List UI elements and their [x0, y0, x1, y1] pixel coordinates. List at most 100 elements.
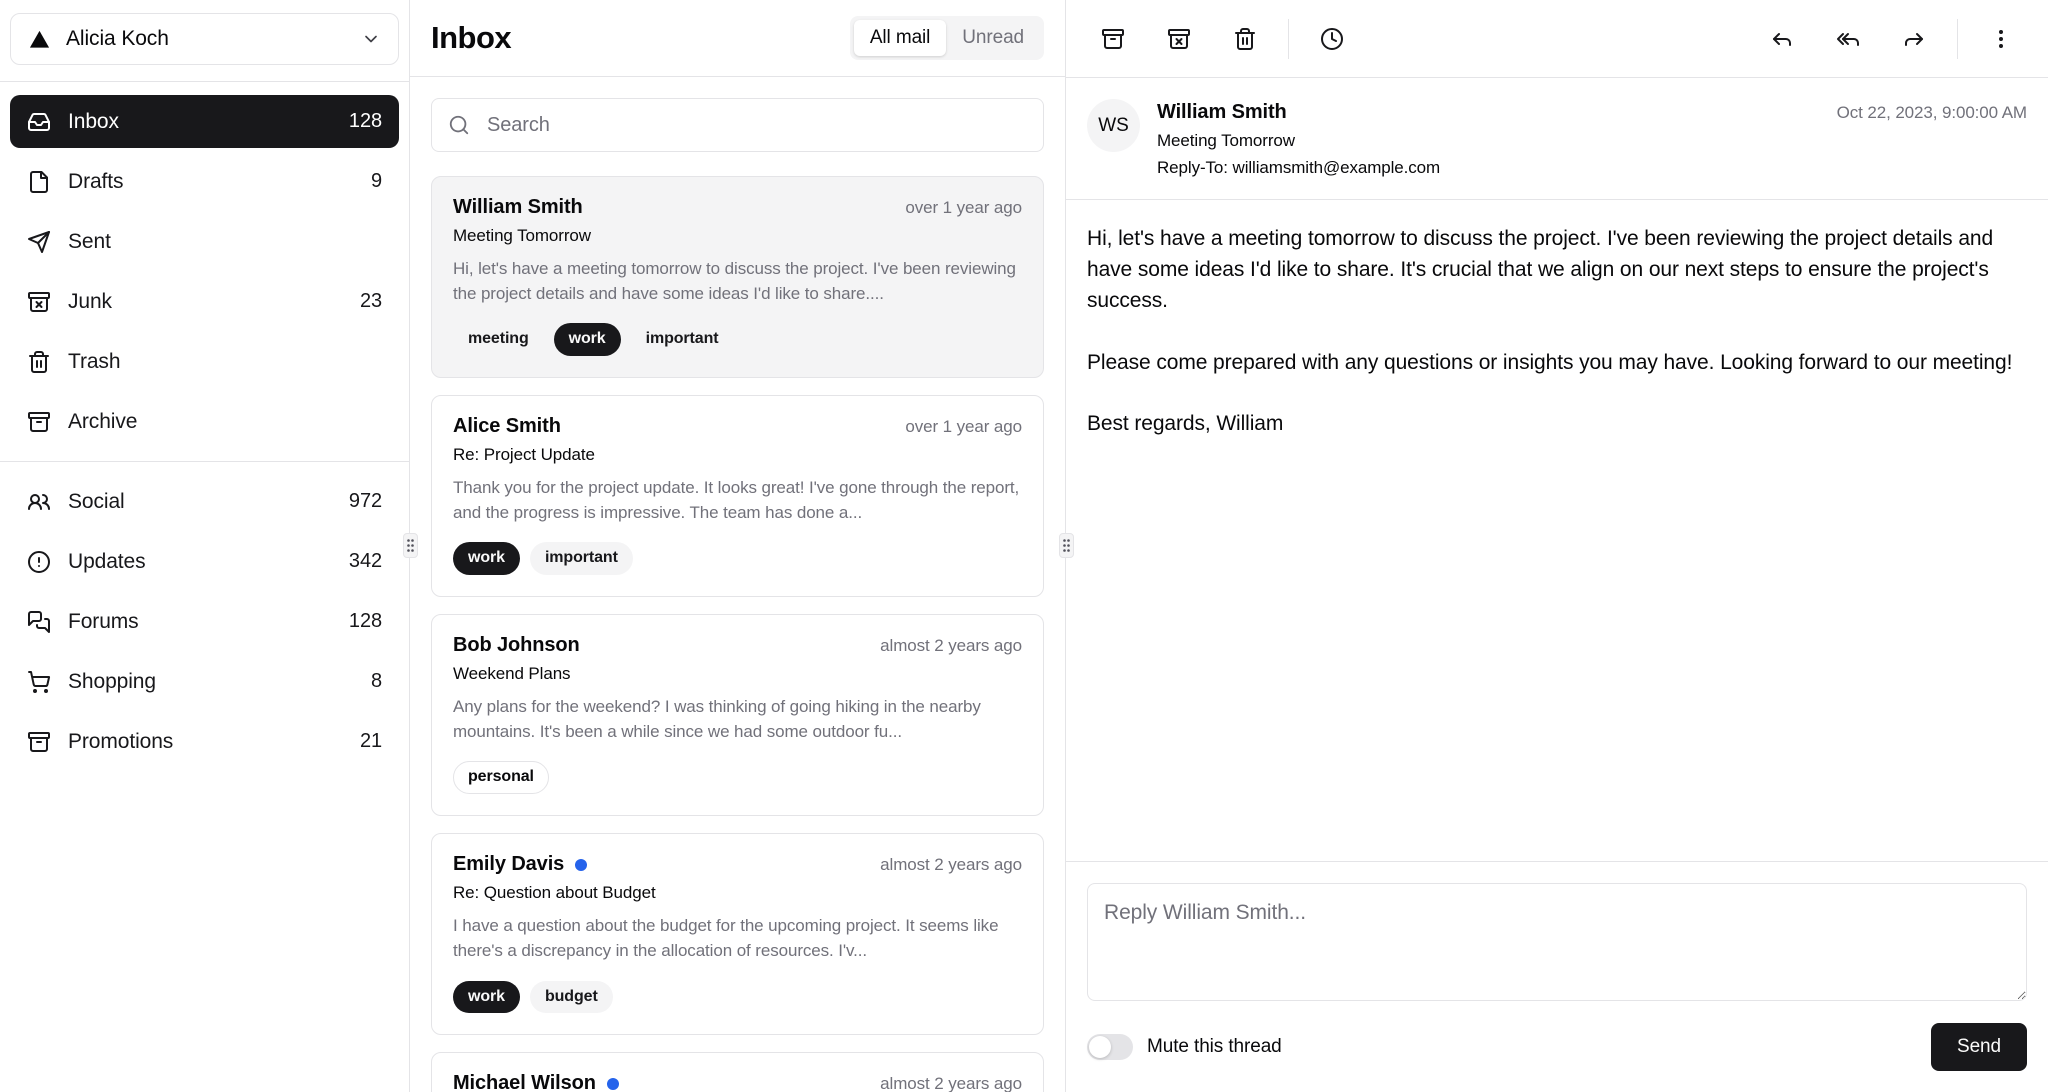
send-button[interactable]: Send [1931, 1023, 2027, 1071]
reply-footer: Mute this thread Send [1087, 1023, 2027, 1071]
email-bob-johnson[interactable]: Bob Johnson almost 2 years ago Weekend P… [431, 614, 1044, 816]
unread-dot [575, 859, 587, 871]
sidebar-item-label: Updates [68, 550, 146, 574]
sidebar-item-label: Archive [68, 410, 137, 434]
sidebar-item-archive[interactable]: Archive [10, 395, 399, 448]
email-top-row: Michael Wilson almost 2 years ago [453, 1072, 1022, 1092]
archive-icon [1101, 27, 1125, 51]
pane-resize-handle[interactable] [1059, 533, 1074, 558]
badge-work[interactable]: work [453, 542, 520, 575]
mail-body-paragraph: Please come prepared with any questions … [1087, 348, 2027, 379]
sidebar-item-shopping[interactable]: Shopping 8 [10, 655, 399, 708]
email-badges: work important [453, 542, 1022, 575]
clock-icon [1320, 27, 1344, 51]
sidebar-item-junk[interactable]: Junk 23 [10, 275, 399, 328]
account-switcher[interactable]: Alicia Koch [10, 13, 399, 65]
move-to-trash-button[interactable] [1219, 13, 1271, 65]
email-sender: Michael Wilson [453, 1072, 596, 1092]
badge-important[interactable]: important [530, 542, 633, 575]
badge-work[interactable]: work [453, 981, 520, 1014]
sidebar-item-count: 23 [360, 290, 382, 313]
messages-square-icon [27, 610, 51, 634]
trash-icon [27, 350, 51, 374]
reply-all-button[interactable] [1822, 13, 1874, 65]
sidebar-item-count: 128 [349, 110, 382, 133]
sidebar-item-trash[interactable]: Trash [10, 335, 399, 388]
email-sender: Alice Smith [453, 415, 561, 438]
email-snippet: Any plans for the weekend? I was thinkin… [453, 695, 1022, 744]
email-emily-davis[interactable]: Emily Davis almost 2 years ago Re: Quest… [431, 833, 1044, 1035]
email-timestamp: almost 2 years ago [880, 636, 1022, 656]
pane-resize-handle[interactable] [403, 533, 418, 558]
inbox-icon [27, 110, 51, 134]
archive-icon [27, 730, 51, 754]
email-top-row: Alice Smith over 1 year ago [453, 415, 1022, 438]
badge-meeting[interactable]: meeting [453, 323, 544, 356]
badge-budget[interactable]: budget [530, 981, 613, 1014]
tab-unread[interactable]: Unread [946, 20, 1040, 56]
sender-info: William Smith Meeting Tomorrow Reply-To:… [1157, 99, 1440, 178]
email-list: William Smith over 1 year ago Meeting To… [410, 176, 1065, 1092]
badge-personal[interactable]: personal [453, 761, 549, 794]
more-options-button[interactable] [1975, 13, 2027, 65]
email-alice-smith[interactable]: Alice Smith over 1 year ago Re: Project … [431, 395, 1044, 597]
mail-sidebar: Alicia Koch Inbox 128 Drafts 9 Sent [0, 0, 410, 1092]
shopping-cart-icon [27, 670, 51, 694]
tab-all-mail[interactable]: All mail [854, 20, 946, 56]
sender-name: William Smith [1157, 101, 1440, 124]
triangle-logo-icon [28, 28, 51, 51]
more-vertical-icon [1989, 27, 2013, 51]
email-snippet: I have a question about the budget for t… [453, 914, 1022, 963]
toolbar-separator [1957, 19, 1958, 59]
sidebar-item-count: 342 [349, 550, 382, 573]
email-snippet: Hi, let's have a meeting tomorrow to dis… [453, 257, 1022, 306]
email-timestamp: over 1 year ago [905, 198, 1022, 218]
file-icon [27, 170, 51, 194]
search-input[interactable] [431, 98, 1044, 152]
sidebar-item-inbox[interactable]: Inbox 128 [10, 95, 399, 148]
email-subject: Re: Question about Budget [453, 883, 1022, 903]
toolbar-right-group [1749, 13, 2034, 65]
archive-x-icon [27, 290, 51, 314]
trash-icon [1233, 27, 1257, 51]
account-name: Alicia Koch [66, 27, 346, 51]
mail-header: WS William Smith Meeting Tomorrow Reply-… [1066, 78, 2048, 200]
sidebar-item-drafts[interactable]: Drafts 9 [10, 155, 399, 208]
sidebar-item-count: 8 [371, 670, 382, 693]
sidebar-item-count: 21 [360, 730, 382, 753]
sidebar-item-forums[interactable]: Forums 128 [10, 595, 399, 648]
sidebar-item-label: Shopping [68, 670, 156, 694]
email-snippet: Thank you for the project update. It loo… [453, 476, 1022, 525]
email-badges: meeting work important [453, 323, 1022, 356]
reply-button[interactable] [1756, 13, 1808, 65]
email-sender: William Smith [453, 196, 583, 219]
sidebar-item-count: 9 [371, 170, 382, 193]
email-timestamp: over 1 year ago [905, 417, 1022, 437]
snooze-button[interactable] [1306, 13, 1358, 65]
toggle-thumb [1089, 1036, 1111, 1058]
mute-thread-toggle[interactable] [1087, 1034, 1133, 1060]
sidebar-item-count: 128 [349, 610, 382, 633]
email-sender: Emily Davis [453, 853, 564, 876]
mute-thread-label: Mute this thread [1147, 1036, 1282, 1058]
sidebar-item-updates[interactable]: Updates 342 [10, 535, 399, 588]
sidebar-item-sent[interactable]: Sent [10, 215, 399, 268]
mail-toolbar [1066, 0, 2048, 78]
mail-body-paragraph: Best regards, William [1087, 409, 2027, 440]
mail-detail-pane: WS William Smith Meeting Tomorrow Reply-… [1066, 0, 2048, 1092]
badge-work[interactable]: work [554, 323, 621, 356]
email-timestamp: almost 2 years ago [880, 1074, 1022, 1092]
sidebar-item-label: Junk [68, 290, 112, 314]
sidebar-item-promotions[interactable]: Promotions 21 [10, 715, 399, 768]
email-michael-wilson[interactable]: Michael Wilson almost 2 years ago [431, 1052, 1044, 1092]
move-to-junk-button[interactable] [1153, 13, 1205, 65]
forward-button[interactable] [1888, 13, 1940, 65]
sidebar-item-social[interactable]: Social 972 [10, 475, 399, 528]
search-icon [448, 114, 470, 136]
sidebar-item-label: Forums [68, 610, 139, 634]
reply-textarea[interactable] [1087, 883, 2027, 1001]
email-william-smith[interactable]: William Smith over 1 year ago Meeting To… [431, 176, 1044, 378]
unread-dot [607, 1078, 619, 1090]
archive-button[interactable] [1087, 13, 1139, 65]
badge-important[interactable]: important [631, 323, 734, 356]
